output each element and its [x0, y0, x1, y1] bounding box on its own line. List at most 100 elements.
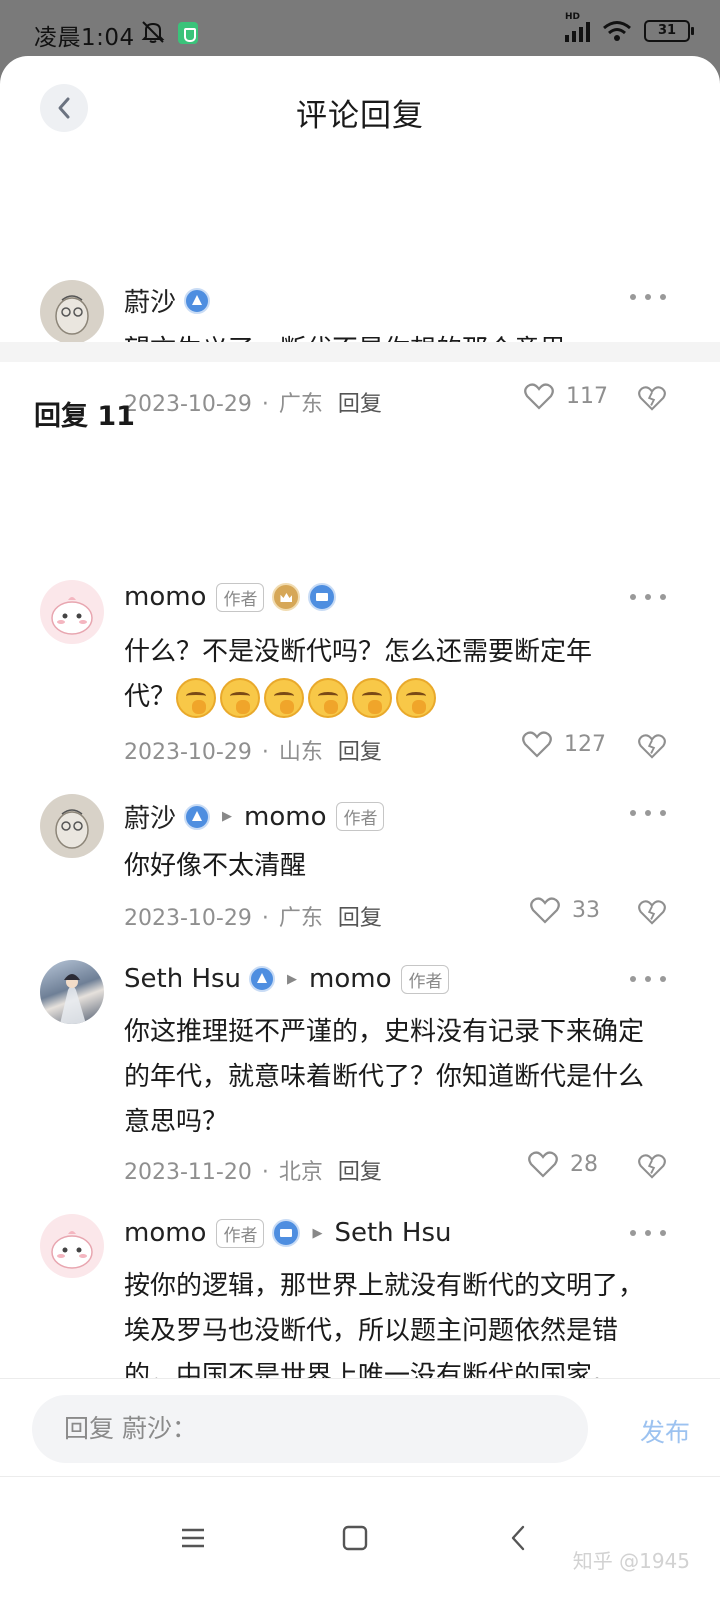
reply-date: 2023-10-29 — [124, 906, 252, 931]
reply-text: 你好像不太清醒 — [124, 851, 307, 881]
shield-icon — [178, 22, 198, 44]
reply-text-line-2: 代？ — [124, 675, 664, 720]
author-name[interactable]: 蔚沙 — [124, 282, 176, 319]
signal-icon: HD — [565, 12, 590, 42]
more-options-button[interactable] — [630, 810, 666, 820]
comment-location: 广东 — [278, 392, 323, 417]
reply-location: 山东 — [278, 740, 323, 765]
cover-mouth-emoji-icon — [220, 677, 261, 718]
replies-count-heading: 回复 11 — [34, 401, 135, 432]
reply-meta: 2023-11-20 · 北京 回复 — [124, 1160, 382, 1185]
watermark: 知乎 @1945 — [572, 1549, 690, 1573]
reply-date: 2023-10-29 — [124, 740, 252, 765]
reply-text: 你这推理挺不严谨的，史料没有记录下来确定的年代，就意味着断代了？你知道断代是什么… — [124, 1017, 645, 1137]
cover-mouth-emoji-icon — [396, 677, 437, 718]
cover-mouth-emoji-icon — [264, 677, 305, 718]
avatar[interactable] — [40, 580, 104, 644]
avatar-illustration — [55, 809, 89, 849]
reply-button[interactable]: 回复 — [338, 392, 382, 417]
reply-to-arrow-icon: ▶ — [287, 971, 298, 987]
battery-icon: 31 — [644, 20, 694, 42]
reply-author-line: 蔚沙 ▶ momo 作者 — [124, 798, 385, 835]
author-name[interactable]: Seth Hsu — [124, 964, 241, 994]
reply-button[interactable]: 回复 — [338, 740, 382, 765]
author-name[interactable]: momo — [124, 1218, 206, 1248]
avatar-illustration — [51, 597, 93, 635]
system-nav-bar: 知乎 @1945 — [0, 1476, 720, 1600]
dislike-icon[interactable] — [638, 732, 666, 760]
more-options-button[interactable] — [630, 594, 666, 604]
like-button[interactable]: 28 — [528, 1150, 598, 1178]
avatar-illustration — [55, 295, 89, 335]
reply-author-line: momo 作者 ▶ Seth Hsu — [124, 1218, 451, 1248]
avatar-illustration — [60, 974, 86, 1024]
reply-author-line: momo 作者 — [124, 582, 337, 612]
comment-meta: 2023-10-29 · 广东 回复 — [124, 392, 382, 417]
verified-badge-icon — [184, 803, 211, 830]
heart-icon — [530, 897, 560, 924]
more-options-button[interactable] — [630, 294, 666, 304]
reply-text-tail: 代？ — [124, 682, 177, 712]
avatar-illustration — [51, 1231, 93, 1269]
like-count: 28 — [570, 1151, 598, 1177]
reply-location: 北京 — [278, 1160, 323, 1185]
section-divider — [0, 342, 720, 362]
like-button[interactable]: 127 — [522, 730, 606, 758]
dislike-icon[interactable] — [638, 1152, 666, 1180]
publish-button[interactable]: 发布 — [640, 1413, 690, 1449]
bell-muted-icon — [141, 21, 165, 43]
emoji-row — [176, 677, 437, 718]
avatar[interactable] — [40, 960, 104, 1024]
verified-badge-icon — [184, 287, 211, 314]
author-badge: 作者 — [216, 582, 265, 612]
message-badge-icon — [272, 1219, 301, 1247]
message-badge-icon — [308, 583, 337, 611]
crown-badge-icon — [272, 583, 301, 611]
cover-mouth-emoji-icon — [352, 677, 393, 718]
cover-mouth-emoji-icon — [308, 677, 349, 718]
reply-text-line: 什么？不是没断代吗？怎么还需要断定年 — [124, 637, 593, 667]
author-name[interactable]: 蔚沙 — [124, 798, 176, 835]
author-name[interactable]: momo — [124, 582, 206, 612]
more-options-button[interactable] — [630, 976, 666, 986]
like-button[interactable]: 33 — [530, 896, 600, 924]
like-count: 33 — [572, 897, 600, 923]
reply-text: 什么？不是没断代吗？怎么还需要断定年 代？ — [124, 630, 664, 720]
dislike-icon[interactable] — [638, 384, 666, 412]
heart-icon — [522, 731, 552, 758]
reply-target-name[interactable]: Seth Hsu — [334, 1218, 451, 1248]
page-title: 评论回复 — [296, 98, 424, 134]
network-label: HD — [565, 12, 581, 22]
status-bar: 凌晨1:04 HD 31 — [0, 0, 720, 56]
wifi-icon — [603, 21, 631, 41]
reply-meta: 2023-10-29 · 广东 回复 — [124, 906, 382, 931]
reply-author-line: Seth Hsu ▶ momo 作者 — [124, 964, 450, 994]
reply-button[interactable]: 回复 — [338, 906, 382, 931]
reply-to-arrow-icon: ▶ — [222, 809, 233, 824]
reply-meta: 2023-10-29 · 山东 回复 — [124, 740, 382, 765]
verified-badge-icon — [249, 966, 276, 992]
reply-target-name[interactable]: momo — [309, 964, 391, 994]
avatar[interactable] — [40, 1214, 104, 1278]
more-options-button[interactable] — [630, 1230, 666, 1240]
avatar[interactable] — [40, 794, 104, 858]
reply-target-name[interactable]: momo — [244, 802, 326, 832]
dislike-icon[interactable] — [638, 898, 666, 926]
author-badge: 作者 — [401, 964, 450, 994]
sheet-header: 评论回复 — [0, 56, 720, 164]
heart-icon — [524, 383, 554, 410]
like-button[interactable]: 117 — [524, 382, 608, 410]
like-count: 117 — [566, 383, 608, 409]
reply-button[interactable]: 回复 — [338, 1160, 382, 1185]
avatar[interactable] — [40, 280, 104, 344]
comment-sheet: 评论回复 蔚沙 望文生义了，断代不是你想的那个意思 2023-10-29·广东 … — [0, 56, 720, 1600]
home-icon[interactable] — [340, 1523, 370, 1553]
reply-to-arrow-icon: ▶ — [312, 1225, 323, 1241]
back-nav-icon[interactable] — [504, 1523, 534, 1553]
reply-input-bar: 回复 蔚沙： 发布 — [0, 1378, 720, 1478]
reply-input[interactable]: 回复 蔚沙： — [32, 1395, 588, 1463]
like-count: 127 — [564, 731, 606, 757]
author-badge: 作者 — [336, 802, 385, 831]
status-time: 凌晨1:04 — [34, 25, 135, 51]
menu-icon[interactable] — [178, 1523, 208, 1553]
